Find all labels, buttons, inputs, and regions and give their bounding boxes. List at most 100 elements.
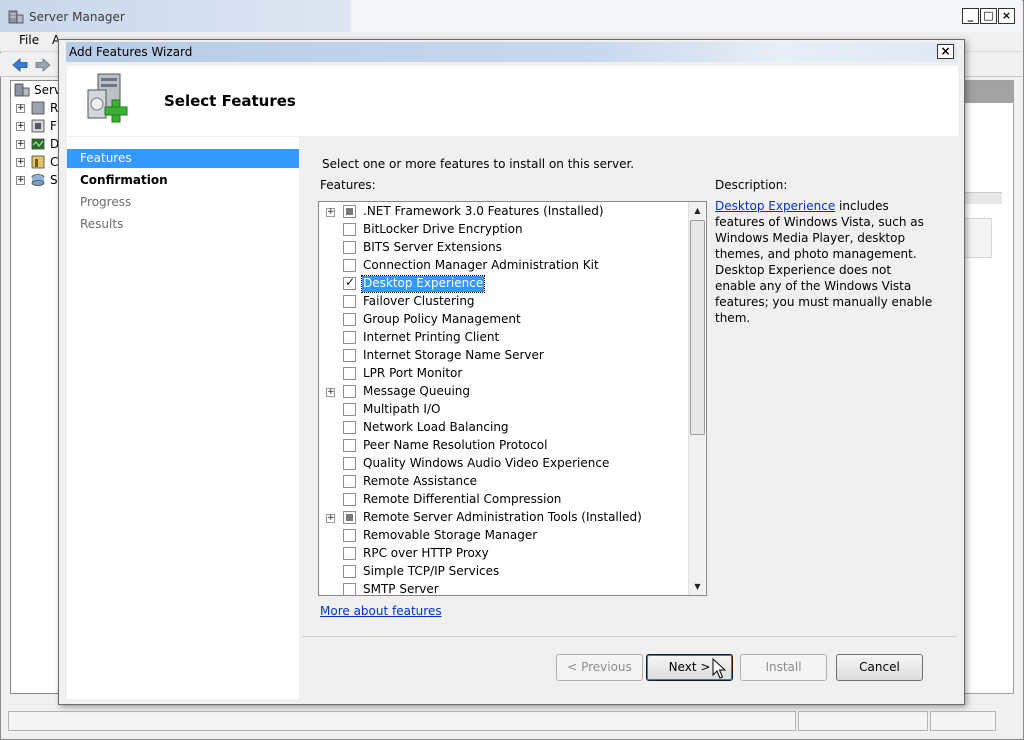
cancel-button[interactable]: Cancel [836,654,923,681]
feature-row[interactable]: Internet Printing Client [319,329,689,347]
feature-checkbox[interactable] [343,313,356,326]
feature-label[interactable]: Group Policy Management [362,312,522,328]
feature-row[interactable]: Remote Assistance [319,473,689,491]
feature-label[interactable]: Remote Differential Compression [362,492,562,508]
features-list[interactable]: + .NET Framework 3.0 Features (Installed)… [318,201,707,596]
feature-checkbox[interactable] [343,493,356,506]
feature-checkbox[interactable] [343,367,356,380]
feature-label[interactable]: Multipath I/O [362,402,441,418]
previous-button[interactable]: < Previous [556,654,643,681]
feature-checkbox[interactable] [343,439,356,452]
feature-row[interactable]: + .NET Framework 3.0 Features (Installed) [319,203,689,221]
feature-row[interactable]: SMTP Server [319,581,689,595]
feature-row[interactable]: Peer Name Resolution Protocol [319,437,689,455]
feature-label[interactable]: Internet Printing Client [362,330,500,346]
feature-checkbox[interactable] [343,259,356,272]
feature-label[interactable]: Network Load Balancing [362,420,510,436]
feature-label[interactable]: Simple TCP/IP Services [362,564,500,580]
feature-checkbox[interactable] [343,583,356,595]
feature-row[interactable]: + Remote Server Administration Tools (Ins… [319,509,689,527]
feature-label[interactable]: Desktop Experience [360,275,486,293]
close-window-button[interactable]: × [998,8,1015,24]
tree-item-diagnostics[interactable]: + D [16,136,62,154]
tree-item-storage[interactable]: + S [16,172,62,190]
feature-checkbox[interactable] [343,529,356,542]
install-button[interactable]: Install [740,654,827,681]
feature-row[interactable]: BitLocker Drive Encryption [319,221,689,239]
expand-icon[interactable]: + [16,122,25,131]
feature-row[interactable]: Multipath I/O [319,401,689,419]
feature-row[interactable]: BITS Server Extensions [319,239,689,257]
feature-checkbox[interactable] [343,295,356,308]
feature-row[interactable]: Quality Windows Audio Video Experience [319,455,689,473]
feature-label[interactable]: Quality Windows Audio Video Experience [362,456,610,472]
feature-label[interactable]: Remote Assistance [362,474,478,490]
feature-checkbox[interactable] [343,385,356,398]
expand-icon[interactable]: + [326,208,335,217]
feature-checkbox[interactable] [343,331,356,344]
expand-icon[interactable]: + [16,176,25,185]
feature-label[interactable]: RPC over HTTP Proxy [362,546,490,562]
feature-row[interactable]: LPR Port Monitor [319,365,689,383]
feature-label[interactable]: Remote Server Administration Tools (Inst… [362,510,643,526]
wizard-titlebar[interactable] [66,42,957,62]
forward-arrow-icon[interactable] [34,56,52,74]
features-scrollbar[interactable]: ▲ ▼ [688,202,705,595]
maximize-button[interactable]: □ [980,8,997,24]
feature-row[interactable]: Connection Manager Administration Kit [319,257,689,275]
back-arrow-icon[interactable] [11,56,29,74]
feature-checkbox[interactable] [343,421,356,434]
feature-checkbox[interactable] [343,547,356,560]
feature-row[interactable]: RPC over HTTP Proxy [319,545,689,563]
feature-label[interactable]: Removable Storage Manager [362,528,538,544]
tree-item-features[interactable]: + F [16,118,62,136]
feature-label[interactable]: Internet Storage Name Server [362,348,545,364]
feature-row[interactable]: Removable Storage Manager [319,527,689,545]
feature-label[interactable]: BitLocker Drive Encryption [362,222,524,238]
feature-label[interactable]: Failover Clustering [362,294,476,310]
feature-label[interactable]: .NET Framework 3.0 Features (Installed) [362,204,605,220]
feature-row[interactable]: + Message Queuing [319,383,689,401]
feature-label[interactable]: SMTP Server [362,582,440,595]
expand-icon[interactable]: + [16,104,25,113]
tree-item-roles[interactable]: + R [16,100,62,118]
feature-row[interactable]: Remote Differential Compression [319,491,689,509]
tree-item-configuration[interactable]: + C [16,154,62,172]
feature-checkbox[interactable] [343,241,356,254]
feature-row[interactable]: Group Policy Management [319,311,689,329]
expand-icon[interactable]: + [16,158,25,167]
feature-label[interactable]: Connection Manager Administration Kit [362,258,600,274]
expand-icon[interactable]: + [326,388,335,397]
feature-checkbox[interactable] [343,565,356,578]
feature-label[interactable]: Message Queuing [362,384,471,400]
feature-checkbox[interactable] [343,223,356,236]
feature-row[interactable]: Simple TCP/IP Services [319,563,689,581]
nav-step-confirmation[interactable]: Confirmation [67,171,299,190]
feature-row[interactable]: Failover Clustering [319,293,689,311]
nav-step-features[interactable]: Features [67,149,299,168]
wizard-close-button[interactable]: × [937,44,954,59]
feature-checkbox[interactable] [343,403,356,416]
expand-icon[interactable]: + [326,514,335,523]
feature-label[interactable]: Peer Name Resolution Protocol [362,438,548,454]
description-feature-link[interactable]: Desktop Experience [715,199,835,213]
feature-row[interactable]: Network Load Balancing [319,419,689,437]
feature-checkbox[interactable] [343,205,356,218]
feature-row[interactable]: Internet Storage Name Server [319,347,689,365]
feature-checkbox[interactable] [343,349,356,362]
feature-label[interactable]: LPR Port Monitor [362,366,463,382]
feature-checkbox[interactable] [343,475,356,488]
more-about-features-link[interactable]: More about features [320,604,442,618]
feature-row[interactable]: Desktop Experience [319,275,689,293]
feature-label[interactable]: BITS Server Extensions [362,240,503,256]
menu-file[interactable]: File [19,33,39,47]
scroll-down-icon[interactable]: ▼ [689,578,706,595]
feature-checkbox[interactable] [343,275,356,290]
expand-icon[interactable]: + [16,140,25,149]
minimize-button[interactable]: _ [962,8,979,24]
server-manager-titlebar[interactable] [0,0,1022,32]
scroll-up-icon[interactable]: ▲ [689,202,706,219]
feature-checkbox[interactable] [343,511,356,524]
feature-checkbox[interactable] [343,457,356,470]
tree-item-server-manager[interactable]: Serve [14,82,68,100]
